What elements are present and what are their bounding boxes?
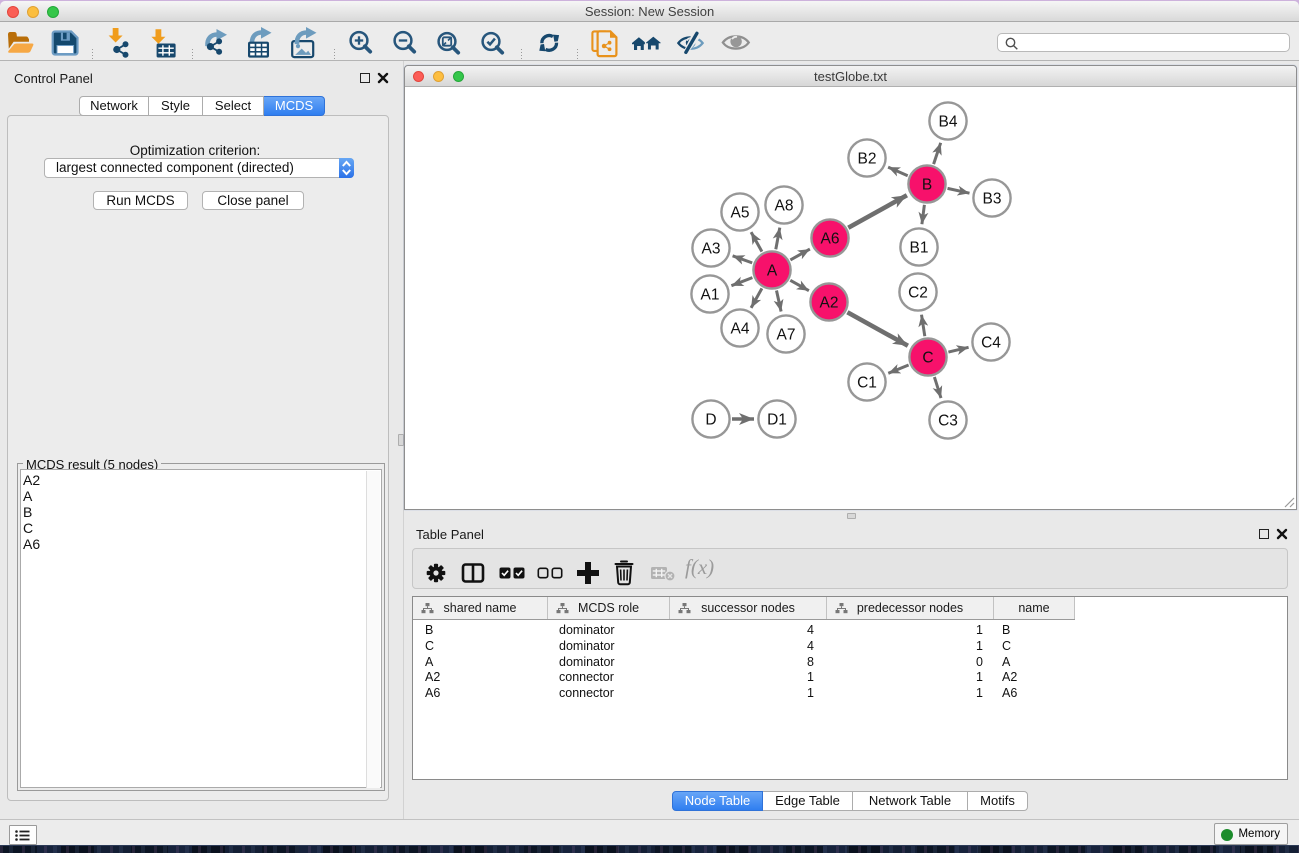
svg-text:A1: A1: [701, 287, 720, 304]
svg-text:A6: A6: [821, 231, 840, 248]
svg-text:C2: C2: [908, 285, 928, 302]
svg-text:C4: C4: [981, 335, 1001, 352]
svg-text:C3: C3: [938, 413, 958, 430]
svg-text:B: B: [922, 177, 932, 194]
svg-text:C: C: [922, 350, 933, 367]
svg-text:B2: B2: [858, 151, 877, 168]
svg-text:D: D: [705, 412, 716, 429]
svg-text:C1: C1: [857, 375, 877, 392]
svg-text:D1: D1: [767, 412, 787, 429]
svg-text:A2: A2: [820, 295, 839, 312]
svg-text:B3: B3: [983, 191, 1002, 208]
svg-text:A3: A3: [702, 241, 721, 258]
svg-text:B1: B1: [910, 240, 929, 257]
svg-text:A: A: [767, 263, 778, 280]
svg-text:A4: A4: [731, 321, 750, 338]
svg-text:A7: A7: [777, 327, 796, 344]
svg-text:A5: A5: [731, 205, 750, 222]
svg-text:B4: B4: [939, 114, 958, 131]
svg-text:A8: A8: [775, 198, 794, 215]
